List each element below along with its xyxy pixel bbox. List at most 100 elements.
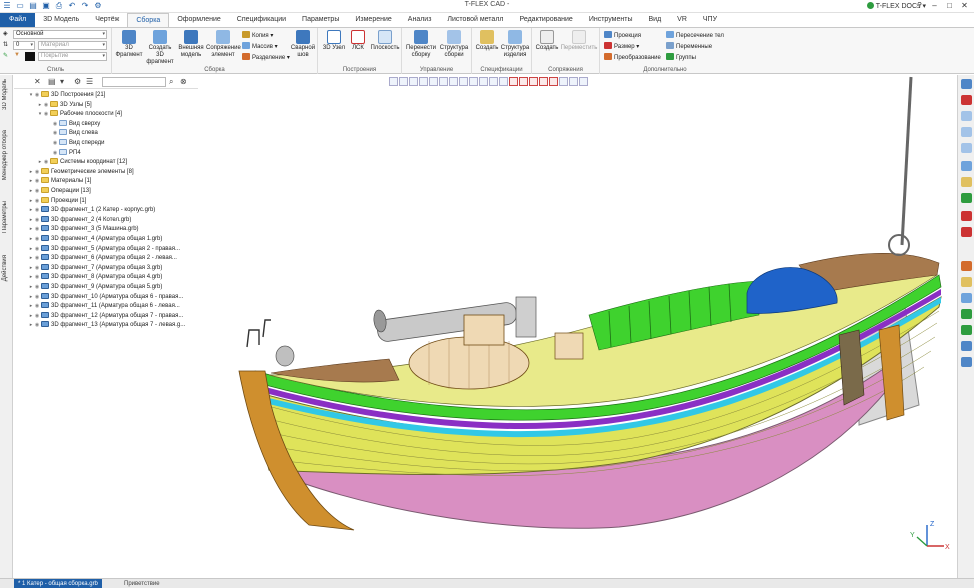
maximize-icon[interactable]: □ xyxy=(942,0,957,12)
visibility-eye-icon[interactable]: ◉ xyxy=(34,264,40,273)
paint-icon[interactable]: ▼ xyxy=(14,52,20,58)
visibility-eye-icon[interactable]: ◉ xyxy=(34,312,40,321)
display-icon[interactable] xyxy=(961,357,972,367)
tree-item[interactable]: ▸ ◉ 3D Узлы [5] xyxy=(37,100,92,110)
rebuild-assembly-button[interactable]: Перенести сборку xyxy=(405,30,437,59)
visibility-eye-icon[interactable]: ◉ xyxy=(34,293,40,302)
tab-view[interactable]: Вид xyxy=(640,13,669,27)
visibility-eye-icon[interactable]: ◉ xyxy=(52,129,58,138)
list-icon[interactable]: ▤ xyxy=(48,77,56,86)
visibility-eye-icon[interactable]: ◉ xyxy=(34,187,40,196)
tree-item[interactable]: ▸ ◉ Материалы [1] xyxy=(28,177,91,186)
tab-edit[interactable]: Редактирование xyxy=(512,13,581,27)
visibility-eye-icon[interactable]: ◉ xyxy=(34,273,40,282)
visibility-eye-icon[interactable]: ◉ xyxy=(52,139,58,148)
visibility-eye-icon[interactable]: ◉ xyxy=(34,197,40,206)
projection-button[interactable]: Проекция xyxy=(604,31,641,39)
zoom-out-icon[interactable] xyxy=(961,127,972,137)
doc-tab-welcome[interactable]: Приветствие xyxy=(120,579,164,588)
tree-search-input[interactable] xyxy=(102,77,166,87)
close-icon[interactable]: ✕ xyxy=(957,0,972,12)
tree-item[interactable]: ▸ ◉ Системы координат [12] xyxy=(37,158,127,167)
visibility-eye-icon[interactable]: ◉ xyxy=(34,225,40,234)
tree-item[interactable]: ▸ ◉ 3D фрагмент_13 (Арматура общая 7 - лев… xyxy=(28,321,185,330)
magnet-icon[interactable] xyxy=(961,95,972,105)
tab-tools[interactable]: Инструменты xyxy=(581,13,641,27)
tree-item[interactable]: ▸ ◉ Проекции [1] xyxy=(28,196,86,206)
snap-icon[interactable] xyxy=(961,177,972,187)
copy-button[interactable]: Копия ▾ xyxy=(242,31,273,39)
tab-sheet-metal[interactable]: Листовой металл xyxy=(439,13,511,27)
product-structure-button[interactable]: Структура изделия xyxy=(500,30,530,59)
tree-item[interactable]: ▸ ◉ 3D фрагмент_12 (Арматура общая 7 - пра… xyxy=(28,311,183,321)
size-button[interactable]: Размер ▾ xyxy=(604,42,639,50)
zoom-window-icon[interactable] xyxy=(961,143,972,153)
tab-analysis[interactable]: Анализ xyxy=(400,13,440,27)
minimize-icon[interactable]: – xyxy=(927,0,942,12)
tree-item[interactable]: ▸ ◉ Геометрические элементы [8] xyxy=(28,167,134,177)
edit-icon[interactable] xyxy=(961,227,972,237)
tree-item[interactable]: ▸ ◉ 3D фрагмент_3 (5 Машина.grb) xyxy=(28,225,139,234)
visibility-eye-icon[interactable]: ◉ xyxy=(34,302,40,311)
transform-button[interactable]: Преобразование xyxy=(604,53,661,61)
tab-parameters[interactable]: Параметры xyxy=(294,13,347,27)
tree-item[interactable]: ▸ ◉ 3D фрагмент_9 (Арматура общая 5.grb) xyxy=(28,283,162,292)
side-tab-3d-model[interactable]: 3D Модель xyxy=(2,79,8,110)
tree-item[interactable]: ▸ ◉ 3D фрагмент_8 (Арматура общая 4.grb) xyxy=(28,273,162,282)
tree-item[interactable]: ▸ ◉ 3D фрагмент_1 (2 Катер - корпус.grb) xyxy=(28,206,155,215)
tab-vr[interactable]: VR xyxy=(669,13,695,27)
tree-item[interactable]: ▸ ◉ Операции [13] xyxy=(28,187,91,196)
pan-icon[interactable] xyxy=(961,261,972,271)
visibility-eye-icon[interactable]: ◉ xyxy=(34,283,40,292)
visibility-eye-icon[interactable]: ◉ xyxy=(34,91,40,100)
create-fragment-button[interactable]: Создать 3D фрагмент xyxy=(144,30,176,66)
check-icon[interactable] xyxy=(961,211,972,221)
material-combo[interactable]: Материал ▾ xyxy=(38,41,107,50)
tree-item[interactable]: ▸ ◉ 3D фрагмент_11 (Арматура общая 6 - лев… xyxy=(28,302,180,311)
create-mate-button[interactable]: Создать xyxy=(534,30,560,52)
select-icon[interactable] xyxy=(961,79,972,89)
help-icon[interactable]: ? xyxy=(912,0,927,12)
tree-item[interactable]: ◉ Вид слева xyxy=(46,129,98,138)
tree-item[interactable]: ▸ ◉ 3D фрагмент_7 (Арматура общая 3.grb) xyxy=(28,263,162,273)
color-icon[interactable]: ✎ xyxy=(3,52,8,59)
close-icon[interactable]: ✕ xyxy=(34,77,41,86)
visibility-eye-icon[interactable]: ◉ xyxy=(52,149,58,158)
tree-item[interactable]: ◉ Вид сверху xyxy=(46,119,100,129)
visibility-eye-icon[interactable]: ◉ xyxy=(43,101,49,110)
visibility-eye-icon[interactable]: ◉ xyxy=(52,120,58,129)
intersection-button[interactable]: Пересечение тел xyxy=(666,31,724,39)
visibility-eye-icon[interactable]: ◉ xyxy=(34,168,40,177)
color-swatch[interactable] xyxy=(25,52,35,61)
tab-assembly[interactable]: Сборка xyxy=(127,13,170,27)
visibility-eye-icon[interactable]: ◉ xyxy=(34,321,40,330)
view-icon[interactable] xyxy=(961,161,972,171)
side-tab-parameters[interactable]: Параметры xyxy=(2,201,8,233)
doc-tab-assembly[interactable]: * 1 Катер - общая сборка.grb xyxy=(14,579,102,588)
layer-combo[interactable]: Основной ▾ xyxy=(13,30,107,39)
3d-viewport[interactable]: Z X Y xyxy=(199,75,956,578)
visibility-eye-icon[interactable]: ◉ xyxy=(34,177,40,186)
light-icon[interactable] xyxy=(961,277,972,287)
visibility-eye-icon[interactable]: ◉ xyxy=(34,216,40,225)
tab-cnc[interactable]: ЧПУ xyxy=(695,13,725,27)
tree-item[interactable]: ▸ ◉ 3D фрагмент_2 (4 Котел.grb) xyxy=(28,215,131,225)
create-spec-button[interactable]: Создать xyxy=(474,30,500,52)
groups-button[interactable]: Группы xyxy=(666,53,696,61)
grid-icon[interactable] xyxy=(961,325,972,335)
settings-icon[interactable]: ⚙ xyxy=(74,77,81,86)
node-3d-button[interactable]: 3D Узел xyxy=(322,30,346,52)
array-button[interactable]: Массив ▾ xyxy=(242,42,278,50)
tab-drawing[interactable]: Чертёж xyxy=(87,13,127,27)
tab-specifications[interactable]: Спецификации xyxy=(229,13,294,27)
columns-icon[interactable]: ☰ xyxy=(86,77,93,86)
tree-item[interactable]: ◉ РП4 xyxy=(46,148,81,158)
assembly-structure-button[interactable]: Структура сборки xyxy=(438,30,470,59)
move-mate-button[interactable]: Переместить xyxy=(560,30,598,52)
tree-item[interactable]: ▸ ◉ 3D фрагмент_5 (Арматура общая 2 - прав… xyxy=(28,244,180,254)
plane-button[interactable]: Плоскость xyxy=(370,30,400,52)
tree-item[interactable]: ◉ Вид спереди xyxy=(46,139,105,148)
tree-item[interactable]: ▸ ◉ 3D фрагмент_10 (Арматура общая 6 - пра… xyxy=(28,292,183,302)
coating-combo[interactable]: Покрытие ▾ xyxy=(38,52,107,61)
clear-search-icon[interactable]: ⊗ xyxy=(180,77,187,86)
